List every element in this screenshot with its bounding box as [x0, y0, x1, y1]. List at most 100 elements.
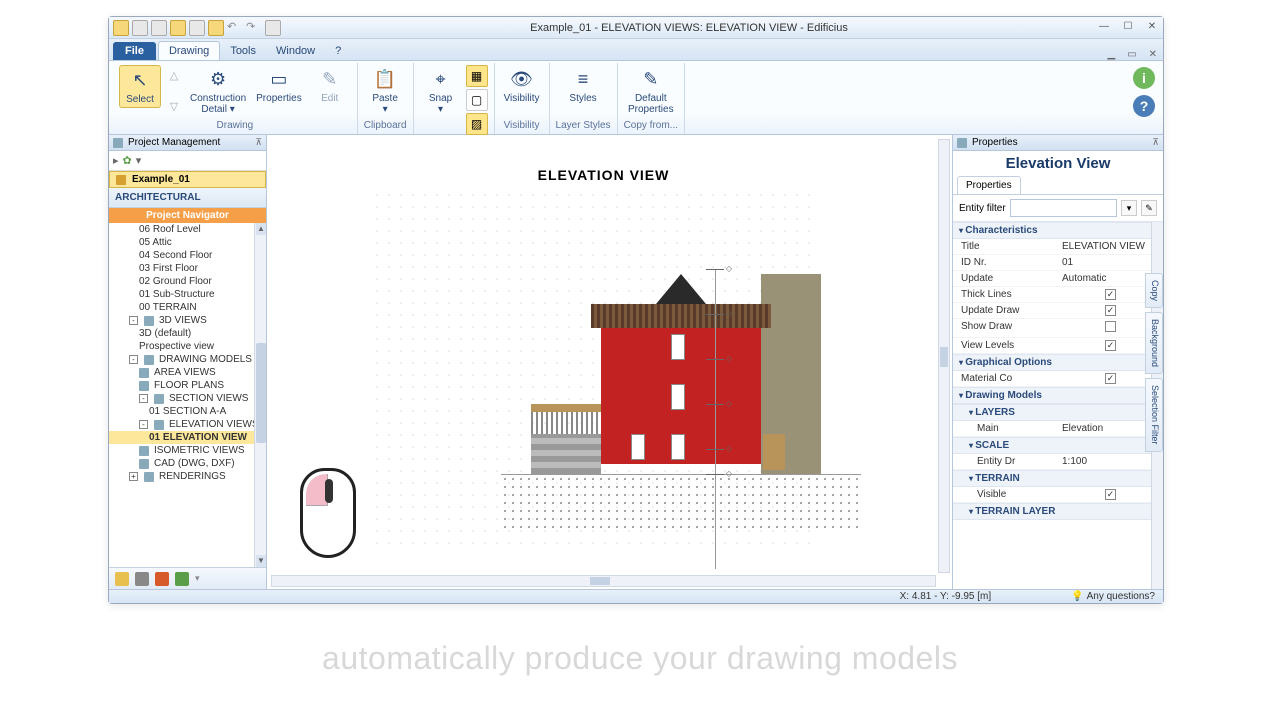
- tab-properties[interactable]: Properties: [957, 176, 1021, 194]
- tree-item[interactable]: Prospective view: [109, 340, 266, 353]
- toolbar-tool-1[interactable]: ▸: [113, 154, 119, 167]
- qat-undo-icon[interactable]: ↶: [227, 20, 243, 36]
- snap-button[interactable]: ⌖ Snap ▾: [420, 65, 462, 117]
- bottom-tool-3[interactable]: [155, 572, 169, 586]
- qat-menu-icon[interactable]: [265, 20, 281, 36]
- mdi-close[interactable]: ✕: [1149, 49, 1157, 60]
- help-icon[interactable]: ?: [1133, 95, 1155, 117]
- prop-row[interactable]: TitleELEVATION VIEW: [953, 239, 1163, 255]
- qat-save-icon[interactable]: [170, 20, 186, 36]
- entity-filter-dropdown[interactable]: [1010, 199, 1117, 217]
- tree-item[interactable]: 06 Roof Level: [109, 223, 266, 236]
- prop-row[interactable]: MainElevation: [953, 421, 1163, 437]
- tree-item[interactable]: -ELEVATION VIEWS: [109, 418, 266, 431]
- file-menu[interactable]: File: [113, 42, 156, 60]
- tree-item[interactable]: -3D VIEWS: [109, 314, 266, 327]
- prop-section-header[interactable]: SCALE: [953, 437, 1163, 454]
- prop-section-header[interactable]: TERRAIN: [953, 470, 1163, 487]
- prop-row[interactable]: Material Co✓: [953, 371, 1163, 387]
- styles-button[interactable]: ≡ Styles: [562, 65, 604, 106]
- edit-button[interactable]: ✎ Edit: [309, 65, 351, 106]
- prop-section-header[interactable]: Graphical Options: [953, 354, 1163, 371]
- prop-value[interactable]: ✓: [1058, 487, 1163, 502]
- tree-item[interactable]: 01 SECTION A-A: [109, 405, 266, 418]
- tree-item[interactable]: 00 TERRAIN: [109, 301, 266, 314]
- checkbox[interactable]: [1105, 321, 1116, 332]
- paste-button[interactable]: 📋 Paste ▾: [364, 65, 406, 117]
- prop-row[interactable]: View Levels✓: [953, 338, 1163, 354]
- navigator-header[interactable]: Project Navigator: [109, 208, 266, 223]
- tree-item[interactable]: -SECTION VIEWS: [109, 392, 266, 405]
- prop-row[interactable]: UpdateAutomatic: [953, 271, 1163, 287]
- toolbar-tool-3[interactable]: ▾: [136, 154, 142, 167]
- prop-row[interactable]: Show Draw: [953, 319, 1163, 338]
- qat-folder-icon[interactable]: [151, 20, 167, 36]
- tree-item[interactable]: 3D (default): [109, 327, 266, 340]
- snap-toggle-2[interactable]: ▢: [466, 89, 488, 111]
- prop-row[interactable]: Thick Lines✓: [953, 287, 1163, 303]
- expander-icon[interactable]: -: [139, 394, 148, 403]
- tree-item[interactable]: AREA VIEWS: [109, 366, 266, 379]
- select-button[interactable]: ↖ Select: [119, 65, 161, 108]
- properties-grid[interactable]: CharacteristicsTitleELEVATION VIEWID Nr.…: [953, 222, 1163, 589]
- drawing-canvas[interactable]: ELEVATION VIEW: [271, 139, 936, 573]
- pin-icon[interactable]: ⊼: [1152, 137, 1159, 148]
- checkbox[interactable]: ✓: [1105, 489, 1116, 500]
- caret-up-icon[interactable]: △: [170, 69, 178, 82]
- mdi-minimize[interactable]: ▁: [1107, 49, 1115, 60]
- side-tab-selection-filter[interactable]: Selection Filter: [1145, 378, 1163, 452]
- qat-print-icon[interactable]: [189, 20, 205, 36]
- bottom-dropdown[interactable]: ▾: [195, 573, 200, 584]
- side-tab-background[interactable]: Background: [1145, 312, 1163, 374]
- tab-tools[interactable]: Tools: [220, 42, 266, 60]
- prop-row[interactable]: Entity Dr1:100: [953, 454, 1163, 470]
- qat-redo-icon[interactable]: ↷: [246, 20, 262, 36]
- tree-item[interactable]: CAD (DWG, DXF): [109, 457, 266, 470]
- tab-drawing[interactable]: Drawing: [158, 41, 220, 60]
- scroll-down-icon[interactable]: ▼: [256, 555, 266, 567]
- prop-value[interactable]: 1:100: [1058, 454, 1163, 469]
- checkbox[interactable]: ✓: [1105, 305, 1116, 316]
- prop-section-header[interactable]: Characteristics: [953, 222, 1163, 239]
- bottom-tool-2[interactable]: [135, 572, 149, 586]
- filter-dropdown-icon[interactable]: ▾: [1121, 200, 1137, 216]
- expander-icon[interactable]: -: [129, 316, 138, 325]
- prop-section-header[interactable]: Drawing Models: [953, 387, 1163, 404]
- qat-open-icon[interactable]: [132, 20, 148, 36]
- expander-icon[interactable]: +: [129, 472, 138, 481]
- status-questions[interactable]: 💡 Any questions?: [1071, 591, 1155, 602]
- tree-item[interactable]: 01 ELEVATION VIEW: [109, 431, 266, 444]
- canvas-hscroll[interactable]: [271, 575, 936, 587]
- prop-row[interactable]: Visible✓: [953, 487, 1163, 503]
- prop-section-header[interactable]: TERRAIN LAYER: [953, 503, 1163, 520]
- bottom-tool-1[interactable]: [115, 572, 129, 586]
- scroll-thumb[interactable]: [256, 343, 266, 443]
- snap-toggle-3[interactable]: ▨: [466, 113, 488, 135]
- filter-apply-icon[interactable]: ✎: [1141, 200, 1157, 216]
- qat-new-icon[interactable]: [113, 20, 129, 36]
- tree-item[interactable]: -DRAWING MODELS: [109, 353, 266, 366]
- minimize-button[interactable]: —: [1097, 22, 1111, 34]
- default-properties-button[interactable]: ✎ Default Properties: [625, 65, 677, 117]
- project-name[interactable]: Example_01: [109, 171, 266, 188]
- side-tab-copy[interactable]: Copy: [1145, 273, 1163, 308]
- bottom-tool-4[interactable]: [175, 572, 189, 586]
- mdi-restore[interactable]: ▭: [1127, 49, 1136, 60]
- expander-icon[interactable]: -: [139, 420, 148, 429]
- maximize-button[interactable]: ☐: [1121, 22, 1135, 34]
- checkbox[interactable]: ✓: [1105, 289, 1116, 300]
- construction-detail-button[interactable]: ⚙ Construction Detail ▾: [187, 65, 249, 117]
- tab-window[interactable]: Window: [266, 42, 325, 60]
- prop-section-header[interactable]: LAYERS: [953, 404, 1163, 421]
- toolbar-tool-2[interactable]: ✿: [123, 154, 132, 167]
- caret-down-icon[interactable]: ▽: [170, 100, 178, 113]
- checkbox[interactable]: ✓: [1105, 340, 1116, 351]
- expander-icon[interactable]: -: [129, 355, 138, 364]
- tree-item[interactable]: 01 Sub-Structure: [109, 288, 266, 301]
- prop-row[interactable]: ID Nr.01: [953, 255, 1163, 271]
- tree-item[interactable]: 02 Ground Floor: [109, 275, 266, 288]
- tree-item[interactable]: 04 Second Floor: [109, 249, 266, 262]
- tree-item[interactable]: FLOOR PLANS: [109, 379, 266, 392]
- scroll-up-icon[interactable]: ▲: [256, 223, 266, 235]
- checkbox[interactable]: ✓: [1105, 373, 1116, 384]
